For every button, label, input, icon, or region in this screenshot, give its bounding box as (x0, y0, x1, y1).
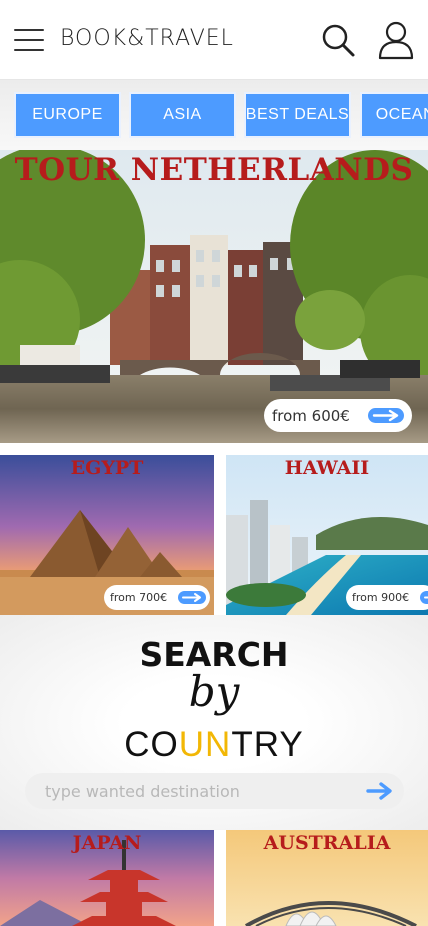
search-by-country-section: SEARCH by COUNTRY (0, 615, 428, 830)
card-title-australia: AUSTRALIA (263, 832, 391, 854)
destination-card-egypt[interactable]: EGYPT from 700€ (0, 455, 214, 615)
destination-search-field (25, 773, 404, 809)
hero-tour-card[interactable]: TOUR NETHERLANDS from 600€ (0, 150, 428, 443)
hawaii-price-button[interactable]: from 900€ (346, 585, 428, 610)
brand-logo-text[interactable]: BOOK&TRAVEL (60, 26, 234, 51)
egypt-price-button[interactable]: from 700€ (104, 585, 210, 610)
hero-price-label: from 600€ (272, 406, 350, 425)
destination-search-input[interactable] (45, 773, 365, 809)
tab-europe[interactable]: EUROPE (14, 92, 121, 138)
search-heading-country: COUNTRY (124, 725, 304, 764)
card-title-egypt: EGYPT (70, 457, 144, 479)
search-icon[interactable] (320, 22, 356, 58)
app-header: BOOK&TRAVEL (0, 0, 428, 80)
arrow-right-icon (178, 591, 206, 604)
hero-title: TOUR NETHERLANDS (14, 152, 414, 188)
card-title-japan: JAPAN (72, 832, 142, 854)
arrow-right-icon (420, 591, 428, 604)
tab-oceania[interactable]: OCEANIA (360, 92, 428, 138)
search-heading-by: by (188, 667, 240, 716)
destination-card-japan[interactable]: JAPAN (0, 830, 214, 926)
destination-card-australia[interactable]: AUSTRALIA (226, 830, 428, 926)
tab-best-deals[interactable]: BEST DEALS (244, 92, 351, 138)
egypt-price-label: from 700€ (110, 591, 168, 604)
card-title-hawaii: HAWAII (284, 457, 370, 479)
hawaii-price-label: from 900€ (352, 591, 410, 604)
destination-card-hawaii[interactable]: HAWAII from 900€ (226, 455, 428, 615)
hamburger-menu-icon[interactable] (14, 27, 46, 53)
search-go-arrow-icon[interactable] (365, 781, 395, 801)
hero-price-button[interactable]: from 600€ (264, 399, 412, 432)
arrow-right-icon (368, 408, 404, 423)
user-account-icon[interactable] (377, 20, 415, 60)
tab-asia[interactable]: ASIA (129, 92, 236, 138)
category-tabs: EUROPE ASIA BEST DEALS OCEANIA (0, 80, 428, 150)
